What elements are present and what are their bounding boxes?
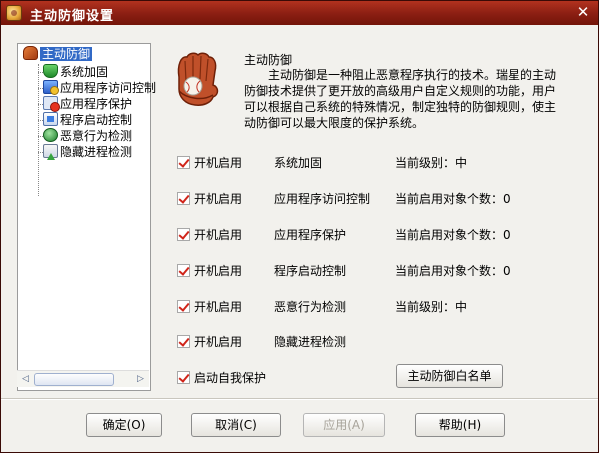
startup-enable-checkbox[interactable] xyxy=(177,264,190,277)
access-control-icon xyxy=(43,80,59,95)
navigation-tree: 主动防御 系统加固 应用程序访问控制 应用程序保护 程序启动控制 恶意行为检测 … xyxy=(17,43,156,391)
app-logo-icon xyxy=(6,5,22,21)
startup-enable-label: 开机启用 xyxy=(194,300,243,314)
description-text: 主动防御是一种阻止恶意程序执行的技术。瑞星的主动防御技术提供了更开放的高级用户自… xyxy=(244,68,557,130)
help-button[interactable]: 帮助(H) xyxy=(415,413,505,437)
tree-item-system-hardening[interactable]: 系统加固 xyxy=(43,64,108,80)
tree-item-malicious-behavior[interactable]: 恶意行为检测 xyxy=(43,128,132,144)
startup-enable-checkbox[interactable] xyxy=(177,156,190,169)
glove-icon xyxy=(23,46,38,60)
feature-name: 程序启动控制 xyxy=(274,264,347,278)
tree-item-hidden-process[interactable]: 隐藏进程检测 xyxy=(43,144,132,160)
scroll-left-arrow-icon[interactable]: ◁ xyxy=(18,372,33,387)
startup-enable-checkbox[interactable] xyxy=(177,335,190,348)
startup-enable-checkbox[interactable] xyxy=(177,192,190,205)
malicious-behavior-icon xyxy=(43,128,58,142)
window-title: 主动防御设置 xyxy=(30,9,115,24)
cancel-button[interactable]: 取消(C) xyxy=(191,413,281,437)
startup-enable-label: 开机启用 xyxy=(194,192,243,206)
self-protect-checkbox[interactable] xyxy=(177,371,190,384)
tree-item-label: 隐藏进程检测 xyxy=(60,145,133,159)
startup-enable-checkbox[interactable] xyxy=(177,228,190,241)
description-title: 主动防御 xyxy=(244,53,293,67)
settings-window: 主动防御设置 ✕ 主动防御 系统加固 应用程序访问控制 应用程序保护 程序启动控… xyxy=(0,0,599,453)
startup-enable-label: 开机启用 xyxy=(194,335,243,349)
tree-item-app-access-control[interactable]: 应用程序访问控制 xyxy=(43,80,156,96)
feature-name: 应用程序保护 xyxy=(274,228,347,242)
ok-button[interactable]: 确定(O) xyxy=(86,413,162,437)
tree-item-label: 系统加固 xyxy=(60,65,109,79)
close-button[interactable]: ✕ xyxy=(574,4,592,21)
tree-item-label: 应用程序保护 xyxy=(60,97,133,111)
tree-horizontal-scrollbar[interactable]: ◁ ▷ xyxy=(17,370,149,387)
startup-enable-label: 开机启用 xyxy=(194,228,243,242)
feature-status: 当前级别：中 xyxy=(395,156,468,170)
shield-icon xyxy=(43,64,58,78)
startup-enable-checkbox[interactable] xyxy=(177,300,190,313)
protect-icon xyxy=(43,96,60,112)
footer-divider xyxy=(1,398,598,399)
hidden-process-icon xyxy=(43,144,58,158)
self-protect-label: 启动自我保护 xyxy=(194,371,267,385)
feature-status: 当前启用对象个数：0 xyxy=(395,264,511,278)
feature-name: 恶意行为检测 xyxy=(274,300,347,314)
feature-status: 当前启用对象个数：0 xyxy=(395,228,511,242)
startup-control-icon xyxy=(43,112,58,126)
feature-name: 系统加固 xyxy=(274,156,323,170)
tree-connector xyxy=(38,64,39,196)
feature-status: 当前级别：中 xyxy=(395,300,468,314)
tree-item-startup-control[interactable]: 程序启动控制 xyxy=(43,112,132,128)
tree-item-label: 程序启动控制 xyxy=(60,113,133,127)
baseball-glove-icon xyxy=(177,52,219,106)
whitelist-button[interactable]: 主动防御白名单 xyxy=(396,364,503,388)
tree-root-active-defense[interactable]: 主动防御 xyxy=(23,46,93,62)
scrollbar-thumb[interactable] xyxy=(34,373,114,386)
startup-enable-label: 开机启用 xyxy=(194,264,243,278)
feature-name: 隐藏进程检测 xyxy=(274,335,347,349)
feature-name: 应用程序访问控制 xyxy=(274,192,371,206)
tree-item-label: 应用程序访问控制 xyxy=(60,81,157,95)
tree-root-label: 主动防御 xyxy=(40,47,93,61)
feature-status: 当前启用对象个数：0 xyxy=(395,192,511,206)
startup-enable-label: 开机启用 xyxy=(194,156,243,170)
apply-button[interactable]: 应用(A) xyxy=(303,413,385,437)
tree-item-label: 恶意行为检测 xyxy=(60,129,133,143)
scroll-right-arrow-icon[interactable]: ▷ xyxy=(133,372,148,387)
title-bar[interactable]: 主动防御设置 ✕ xyxy=(1,1,598,25)
tree-item-app-protection[interactable]: 应用程序保护 xyxy=(43,96,132,112)
